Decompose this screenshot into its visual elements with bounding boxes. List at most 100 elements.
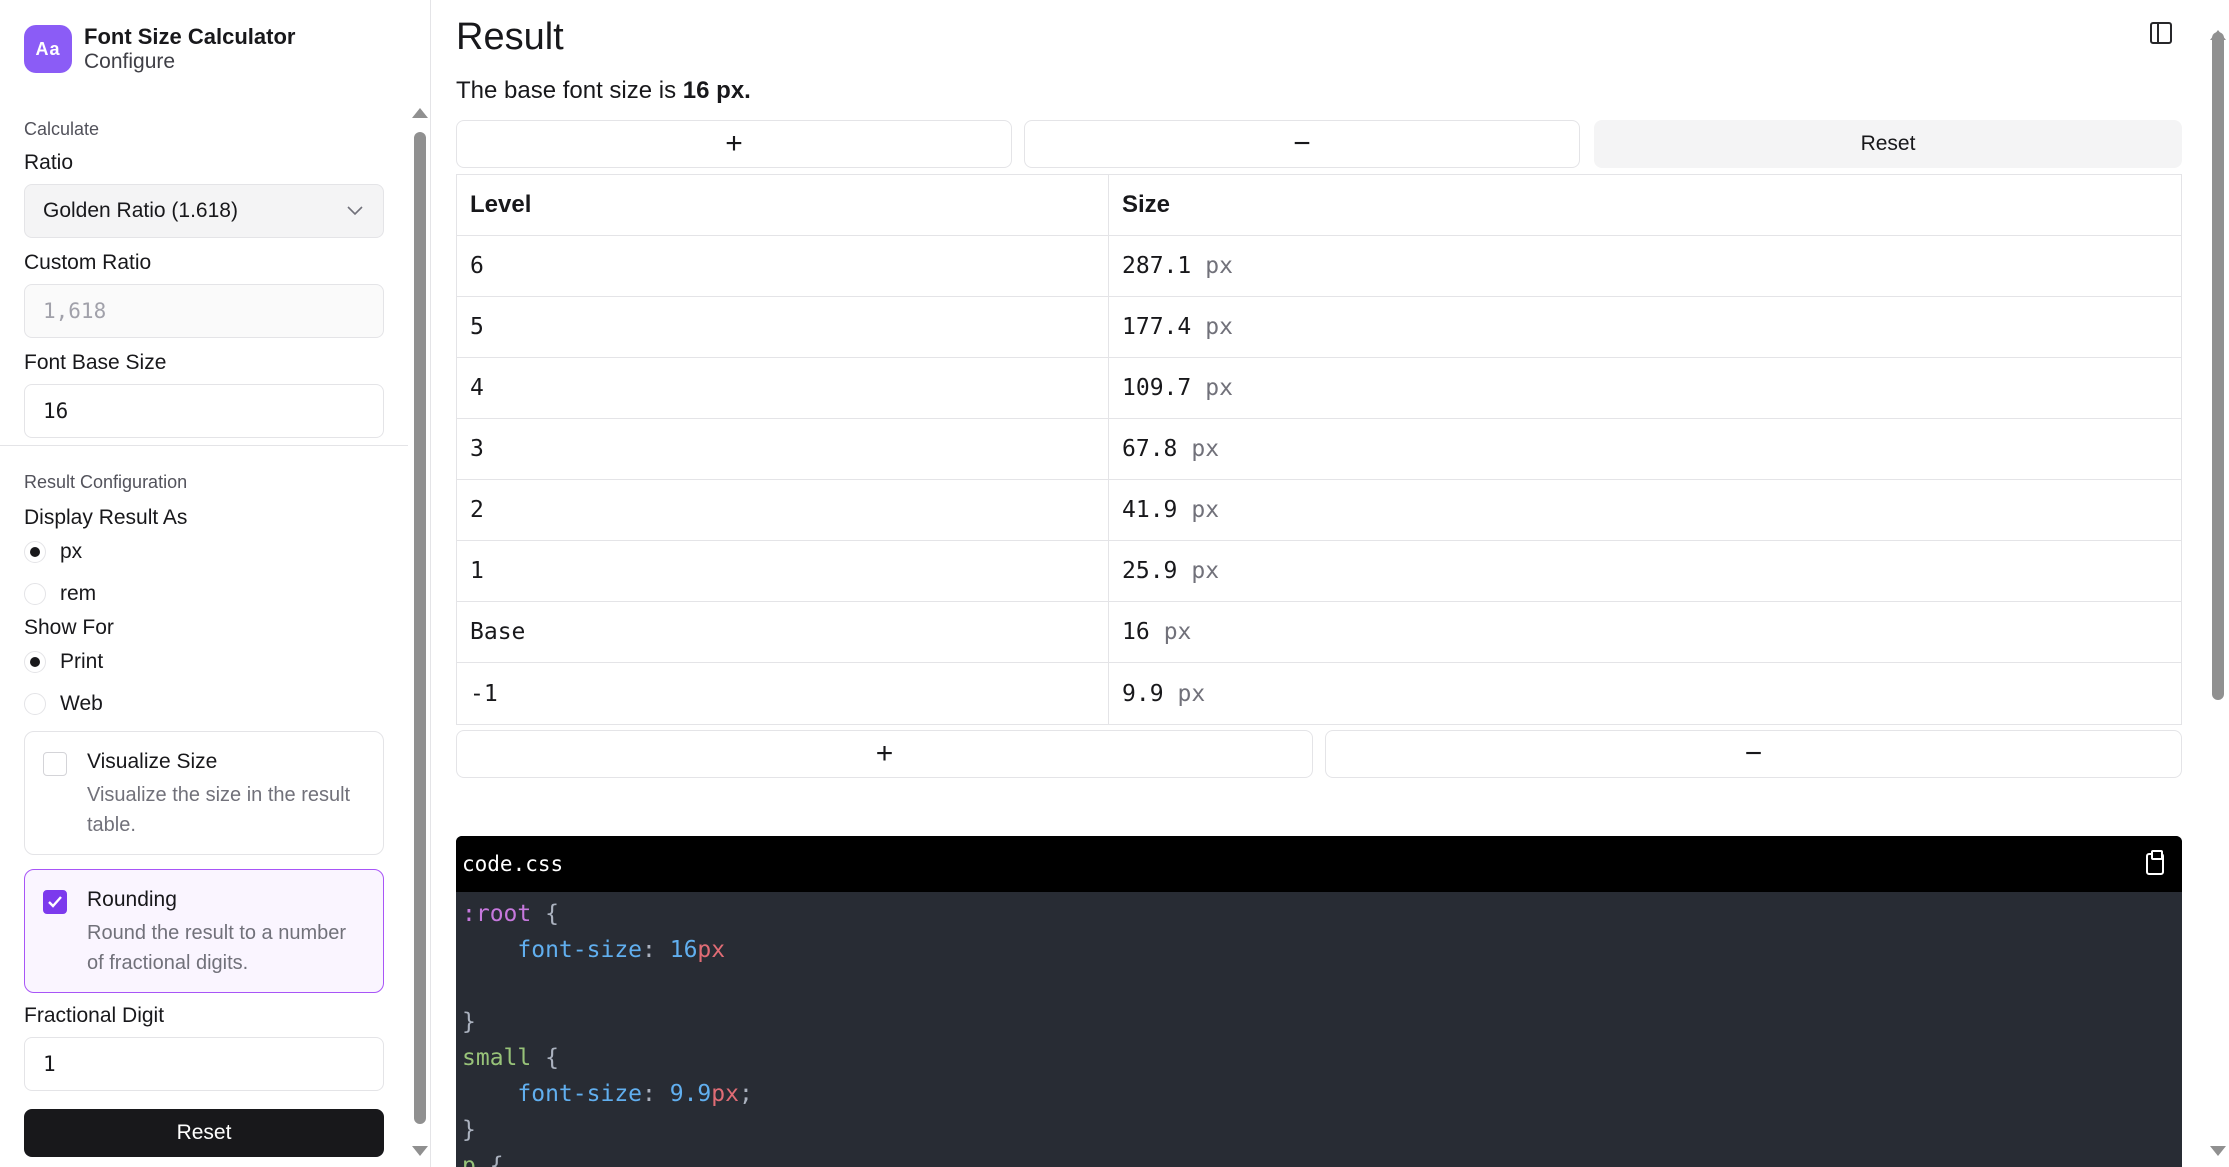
decrease-base-button[interactable]: − bbox=[1024, 120, 1580, 168]
radio-print-label: Print bbox=[60, 650, 104, 673]
base-size-prefix: The base font size is bbox=[456, 77, 677, 104]
size-value: 177.4 bbox=[1122, 314, 1192, 340]
visualize-size-title: Visualize Size bbox=[87, 750, 218, 773]
code-line: } bbox=[462, 1004, 2176, 1040]
scroll-up-arrow-icon[interactable] bbox=[412, 108, 428, 118]
code-header: code.css bbox=[456, 836, 2182, 892]
code-content: :root { font-size: 16px} small { font-siz… bbox=[456, 892, 2182, 1167]
app-header: Aa Font Size Calculator Configure bbox=[24, 24, 295, 74]
table-row: 3 67.8 px bbox=[457, 419, 2181, 480]
level-cell: 1 bbox=[457, 541, 1109, 601]
code-line: small { bbox=[462, 1040, 2176, 1076]
code-line: } bbox=[462, 1112, 2176, 1148]
ratio-select-value: Golden Ratio (1.618) bbox=[43, 199, 238, 222]
rounding-card[interactable]: Rounding Round the result to a number of… bbox=[24, 869, 384, 993]
table-row: Base 16 px bbox=[457, 602, 2181, 663]
rounding-title: Rounding bbox=[87, 888, 177, 911]
reset-button[interactable]: Reset bbox=[1594, 120, 2182, 168]
header-size: Size bbox=[1122, 191, 1171, 218]
ratio-select[interactable]: Golden Ratio (1.618) bbox=[24, 184, 384, 238]
main-panel: Result The base font size is 16 px. + − … bbox=[432, 0, 2229, 1167]
visualize-size-checkbox[interactable] bbox=[43, 752, 67, 776]
code-token: px bbox=[697, 937, 726, 963]
sidebar-content: Calculate Ratio Golden Ratio (1.618) Cus… bbox=[24, 118, 384, 438]
font-base-size-input[interactable]: 16 bbox=[24, 384, 384, 438]
size-value: 9.9 bbox=[1122, 680, 1164, 707]
app-title: Font Size Calculator bbox=[84, 24, 296, 49]
visualize-size-desc-line2: table. bbox=[87, 814, 136, 836]
add-level-button[interactable]: + bbox=[456, 730, 1313, 778]
size-value: 109.7 bbox=[1122, 375, 1192, 401]
radio-print-indicator[interactable] bbox=[24, 651, 46, 673]
level-cell: 3 bbox=[457, 419, 1109, 479]
rounding-desc-line1: Round the result to a number bbox=[87, 922, 347, 944]
main-scrollbar[interactable] bbox=[2212, 32, 2224, 700]
app-subtitle: Configure bbox=[84, 50, 176, 73]
custom-ratio-input[interactable]: 1,618 bbox=[24, 284, 384, 338]
code-filename: code.css bbox=[462, 852, 564, 876]
radio-px-indicator[interactable] bbox=[24, 541, 46, 563]
code-token: ; bbox=[738, 1081, 753, 1107]
base-size-text: The base font size is 16 px. bbox=[456, 74, 751, 108]
level-cell: 5 bbox=[457, 297, 1109, 357]
code-token: { bbox=[531, 901, 559, 927]
sidebar-reset-button[interactable]: Reset bbox=[24, 1109, 384, 1157]
radio-rem-label: rem bbox=[60, 582, 97, 605]
display-as-label: Display Result As bbox=[24, 506, 188, 529]
result-config: Result Configuration Display Result As p… bbox=[24, 471, 384, 1157]
code-line: :root { bbox=[462, 896, 2176, 932]
show-for-label: Show For bbox=[24, 616, 114, 639]
visualize-size-desc-line1: Visualize the size in the result bbox=[87, 784, 351, 806]
code-token: px bbox=[711, 1081, 739, 1107]
size-cell: 16 px bbox=[1109, 602, 2181, 662]
header-level: Level bbox=[457, 175, 1109, 235]
toggle-sidebar-icon[interactable] bbox=[2150, 22, 2172, 44]
radio-web[interactable]: Web bbox=[24, 683, 384, 725]
sidebar-scrollbar[interactable] bbox=[414, 132, 426, 1124]
size-cell: 67.8 px bbox=[1109, 419, 2181, 479]
code-token: :root bbox=[462, 901, 532, 927]
rounding-checkbox[interactable] bbox=[43, 890, 67, 914]
size-cell: 25.9 px bbox=[1109, 541, 2181, 601]
fractional-digit-input[interactable]: 1 bbox=[24, 1037, 384, 1091]
main-scroll-down-arrow-icon[interactable] bbox=[2210, 1146, 2226, 1156]
size-unit: px bbox=[1205, 314, 1233, 340]
code-token: } bbox=[462, 1117, 476, 1143]
custom-ratio-label: Custom Ratio bbox=[24, 251, 152, 274]
scroll-down-arrow-icon[interactable] bbox=[412, 1146, 428, 1156]
visualize-size-card[interactable]: Visualize Size Visualize the size in the… bbox=[24, 731, 384, 855]
radio-rem[interactable]: rem bbox=[24, 573, 384, 615]
result-config-label: Result Configuration bbox=[24, 472, 188, 492]
radio-px[interactable]: px bbox=[24, 531, 384, 573]
radio-print[interactable]: Print bbox=[24, 641, 384, 683]
chevron-down-icon bbox=[347, 206, 363, 216]
page-title: Result bbox=[456, 16, 564, 58]
table-row: 2 41.9 px bbox=[457, 480, 2181, 541]
size-value: 41.9 bbox=[1122, 497, 1178, 523]
code-token: { bbox=[531, 1045, 559, 1071]
fractional-digit-label: Fractional Digit bbox=[24, 1004, 165, 1027]
code-line: font-size: 16px bbox=[462, 932, 2176, 968]
increase-base-button[interactable]: + bbox=[456, 120, 1012, 168]
size-unit: px bbox=[1163, 619, 1192, 645]
remove-level-button[interactable]: − bbox=[1325, 730, 2182, 778]
clipboard-icon[interactable] bbox=[2146, 850, 2164, 875]
code-token: { bbox=[475, 1153, 504, 1167]
code-token: small bbox=[462, 1045, 532, 1071]
size-value: 67.8 bbox=[1122, 436, 1178, 462]
code-token: 9.9 bbox=[669, 1081, 712, 1107]
code-line: p { bbox=[462, 1148, 2176, 1167]
code-block: code.css :root { font-size: 16px} small {… bbox=[456, 836, 2182, 1167]
size-value: 25.9 bbox=[1122, 558, 1178, 584]
radio-rem-indicator[interactable] bbox=[24, 583, 46, 605]
radio-web-indicator[interactable] bbox=[24, 693, 46, 715]
level-cell: 4 bbox=[457, 358, 1109, 418]
calculate-section-label: Calculate bbox=[24, 119, 100, 139]
size-unit: px bbox=[1191, 436, 1220, 462]
code-token: } bbox=[462, 1009, 476, 1035]
size-cell: 9.9 px bbox=[1109, 663, 2181, 724]
size-value: 287.1 bbox=[1122, 253, 1192, 279]
size-unit: px bbox=[1205, 253, 1233, 279]
